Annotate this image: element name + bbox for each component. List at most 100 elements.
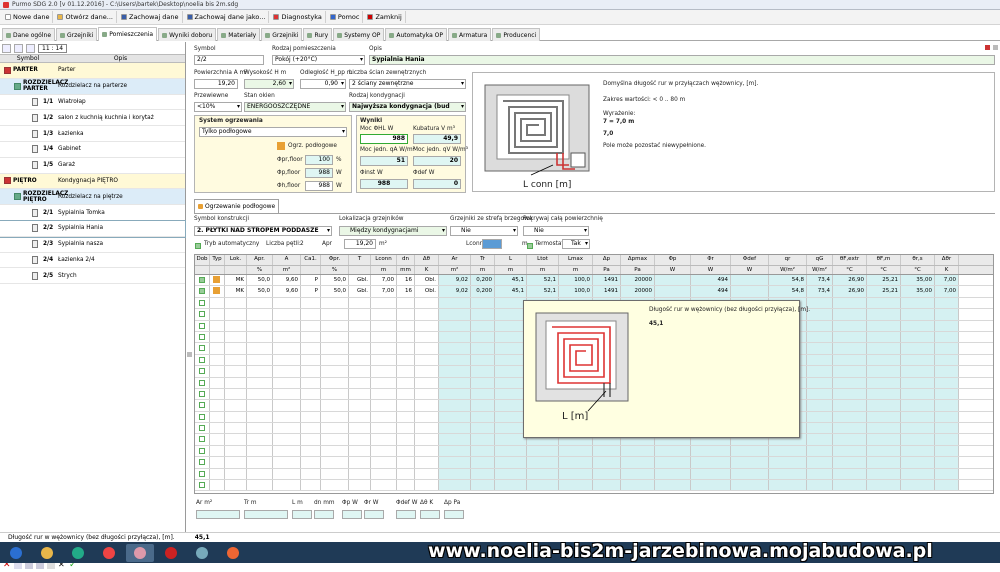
tab-5[interactable]: Grzejniki xyxy=(261,28,303,41)
col-header[interactable]: qG xyxy=(807,255,833,265)
table-cell[interactable] xyxy=(321,457,349,468)
windows-select[interactable]: ENERGOOSZCZĘDNE xyxy=(244,102,346,112)
dist-field[interactable]: 0,90 xyxy=(300,79,346,89)
tree-filter[interactable]: 11 : 14 xyxy=(38,43,68,53)
table-cell[interactable] xyxy=(225,468,247,480)
table-cell[interactable] xyxy=(415,343,439,354)
tree-row[interactable]: PARTER Parter xyxy=(0,63,185,79)
table-cell[interactable] xyxy=(273,297,301,309)
table-cell[interactable] xyxy=(321,354,349,366)
table-cell[interactable] xyxy=(371,309,397,320)
symbol-field[interactable]: 2/2 xyxy=(194,55,264,65)
select-checkbox[interactable] xyxy=(199,288,205,295)
table-cell[interactable] xyxy=(397,434,415,445)
table-cell[interactable] xyxy=(210,275,225,286)
table-cell[interactable] xyxy=(321,434,349,445)
table-cell[interactable] xyxy=(397,457,415,468)
table-cell[interactable] xyxy=(210,423,225,434)
table-cell[interactable] xyxy=(225,297,247,309)
table-cell[interactable] xyxy=(225,423,247,434)
table-cell[interactable] xyxy=(321,411,349,423)
table-cell[interactable] xyxy=(210,468,225,480)
table-cell[interactable] xyxy=(301,320,321,331)
table-cell[interactable] xyxy=(210,445,225,457)
table-cell[interactable] xyxy=(301,468,321,480)
table-cell[interactable] xyxy=(349,320,371,331)
table-cell[interactable] xyxy=(247,331,273,343)
table-cell[interactable] xyxy=(210,286,225,297)
select-checkbox[interactable] xyxy=(199,345,205,352)
table-cell[interactable] xyxy=(210,388,225,400)
table-cell[interactable] xyxy=(371,457,397,468)
table-cell[interactable] xyxy=(321,331,349,343)
table-cell[interactable] xyxy=(301,366,321,377)
tree-row[interactable]: 1/2 salon z kuchnią kuchnia i korytaż xyxy=(0,110,185,127)
table-row[interactable]: MK 50,0 9,60 P 50,0 Gbl. 7,00 16 Obl. 9,02 0,200 45… xyxy=(195,286,993,298)
table-cell[interactable] xyxy=(415,331,439,343)
col-header[interactable]: Δθ xyxy=(415,255,439,265)
table-cell[interactable] xyxy=(210,354,225,366)
tree-row[interactable]: 2/5 Strych xyxy=(0,268,185,285)
table-cell[interactable] xyxy=(225,457,247,468)
table-cell[interactable] xyxy=(225,309,247,320)
table-cell[interactable] xyxy=(321,388,349,400)
table-cell[interactable] xyxy=(321,468,349,480)
edge-zone-select[interactable]: Nie xyxy=(450,226,518,236)
table-cell[interactable] xyxy=(321,400,349,411)
table-cell[interactable]: 50,0 xyxy=(321,275,349,286)
table-cell[interactable] xyxy=(321,343,349,354)
table-cell[interactable] xyxy=(195,309,210,320)
table-cell[interactable] xyxy=(273,320,301,331)
construction-select[interactable]: 2. PŁYTKI NAD STROPEM PODDASZE xyxy=(194,226,332,236)
table-cell[interactable] xyxy=(273,445,301,457)
table-cell[interactable] xyxy=(247,457,273,468)
area-field[interactable]: 19,20 xyxy=(194,79,238,89)
select-checkbox[interactable] xyxy=(199,311,205,318)
table-cell[interactable] xyxy=(195,457,210,468)
table-cell[interactable] xyxy=(273,480,301,491)
select-checkbox[interactable] xyxy=(199,379,205,386)
tree-row[interactable]: PIĘTRO Kondygnacja PIĘTRO xyxy=(0,173,185,190)
table-row[interactable] xyxy=(195,468,993,481)
table-cell[interactable] xyxy=(225,354,247,366)
select-checkbox[interactable] xyxy=(199,390,205,397)
table-cell[interactable] xyxy=(210,297,225,309)
tab-10[interactable]: Producenci xyxy=(492,28,541,41)
menu-button-5[interactable]: Pomoc xyxy=(327,11,364,23)
tab-2[interactable]: Pomieszczenia xyxy=(98,27,158,41)
table-cell[interactable] xyxy=(210,366,225,377)
table-cell[interactable] xyxy=(415,400,439,411)
table-cell[interactable] xyxy=(371,388,397,400)
table-cell[interactable] xyxy=(349,377,371,388)
table-cell[interactable] xyxy=(225,331,247,343)
col-header[interactable]: Φp xyxy=(655,255,691,265)
thermostat-checkbox[interactable] xyxy=(527,243,533,249)
table-cell[interactable] xyxy=(247,354,273,366)
table-cell[interactable] xyxy=(371,297,397,309)
close-panel-icon[interactable] xyxy=(993,45,998,50)
table-cell[interactable] xyxy=(349,445,371,457)
table-cell[interactable] xyxy=(273,434,301,445)
table-cell[interactable] xyxy=(195,400,210,411)
lconn-field[interactable] xyxy=(482,239,502,249)
table-cell[interactable] xyxy=(415,388,439,400)
col-header[interactable]: Lmax xyxy=(559,255,593,265)
walls-select[interactable]: 2 ściany zewnętrzne xyxy=(349,79,466,89)
col-header[interactable]: Ar xyxy=(439,255,471,265)
table-cell[interactable] xyxy=(321,423,349,434)
tab-7[interactable]: Systemy OP xyxy=(333,28,385,41)
table-cell[interactable] xyxy=(195,377,210,388)
table-cell[interactable] xyxy=(210,411,225,423)
tree-row[interactable]: 2/1 Sypialnia Tomka xyxy=(0,205,185,221)
col-header[interactable]: L xyxy=(495,255,527,265)
table-cell[interactable] xyxy=(195,480,210,491)
tab-9[interactable]: Armatura xyxy=(448,28,492,41)
table-cell[interactable]: 50,0 xyxy=(247,286,273,297)
table-cell[interactable] xyxy=(397,400,415,411)
phi-floor-field[interactable]: 100 xyxy=(305,155,333,165)
table-cell[interactable] xyxy=(301,411,321,423)
table-cell[interactable] xyxy=(210,320,225,331)
table-cell[interactable] xyxy=(349,468,371,480)
table-cell[interactable] xyxy=(195,388,210,400)
system-select[interactable]: Tylko podłogowe xyxy=(199,127,347,137)
